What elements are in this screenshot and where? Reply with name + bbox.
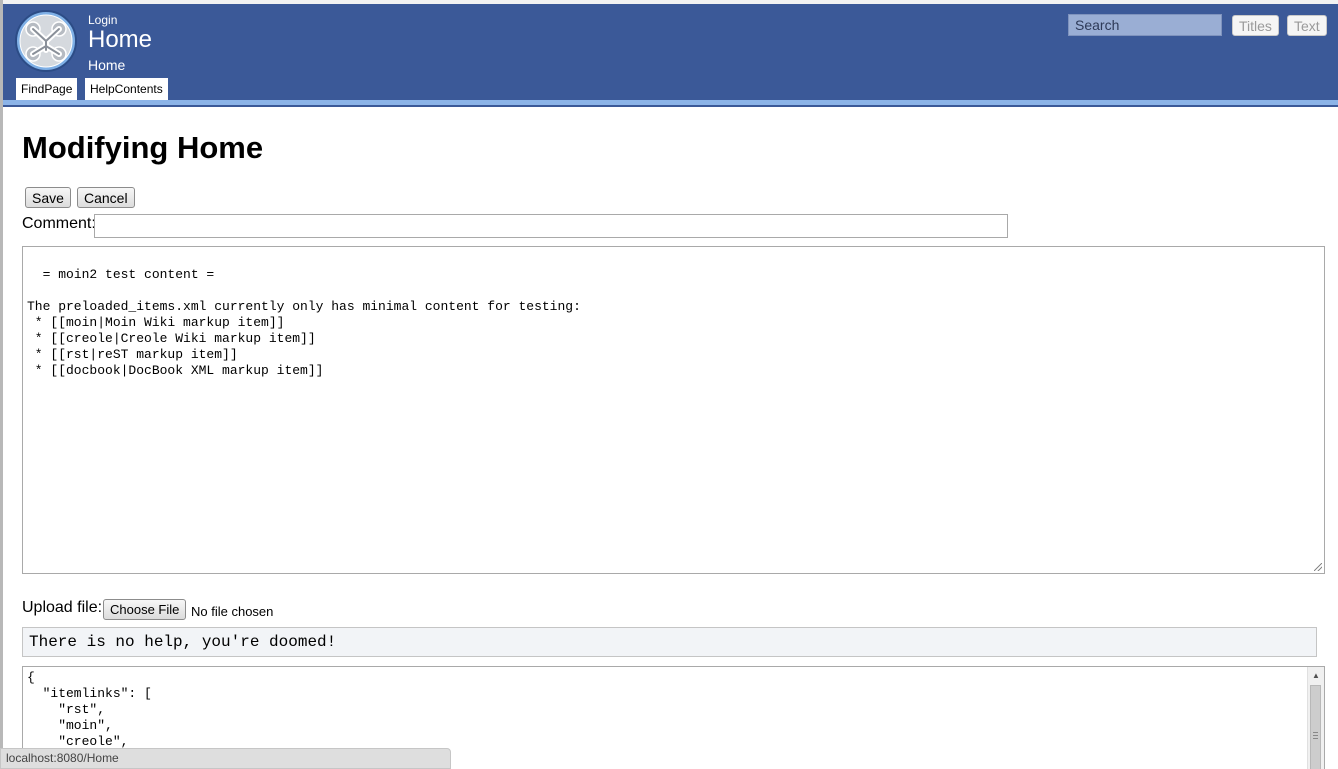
text-button[interactable]: Text xyxy=(1287,15,1327,36)
scroll-up-arrow-icon[interactable]: ▲ xyxy=(1308,667,1324,684)
login-link[interactable]: Login xyxy=(88,13,117,27)
site-title[interactable]: Home xyxy=(88,26,152,54)
cancel-button[interactable]: Cancel xyxy=(77,187,135,208)
save-button[interactable]: Save xyxy=(25,187,71,208)
tab-findpage[interactable]: FindPage xyxy=(16,78,78,100)
content-editor[interactable]: = moin2 test content = The preloaded_ite… xyxy=(22,246,1325,574)
titles-button[interactable]: Titles xyxy=(1232,15,1279,36)
page-title: Modifying Home xyxy=(22,130,264,165)
search-input[interactable] xyxy=(1068,14,1222,36)
comment-input[interactable] xyxy=(94,214,1008,238)
site-header: Login Home Home FindPage HelpContents Ti… xyxy=(3,0,1338,100)
help-box: There is no help, you're doomed! xyxy=(22,627,1317,657)
comment-label: Comment: xyxy=(22,215,96,232)
tab-helpcontents[interactable]: HelpContents xyxy=(85,78,168,100)
metadata-text: { "itemlinks": [ "rst", "moin", "creole"… xyxy=(27,670,152,749)
scrollbar[interactable]: ▲ xyxy=(1307,667,1324,769)
status-bar-url: localhost:8080/Home xyxy=(0,748,451,769)
resize-grip-icon[interactable] xyxy=(1314,563,1322,571)
thumb-grip-icon xyxy=(1313,732,1318,739)
choose-file-button[interactable]: Choose File xyxy=(103,599,187,620)
scroll-thumb[interactable] xyxy=(1310,685,1321,769)
moin-logo-icon[interactable] xyxy=(15,10,77,72)
editor-text: = moin2 test content = The preloaded_ite… xyxy=(27,267,581,378)
upload-label: Upload file: xyxy=(22,599,103,616)
no-file-text: No file chosen xyxy=(191,604,274,619)
header-divider xyxy=(3,105,1338,107)
breadcrumb[interactable]: Home xyxy=(88,57,125,73)
